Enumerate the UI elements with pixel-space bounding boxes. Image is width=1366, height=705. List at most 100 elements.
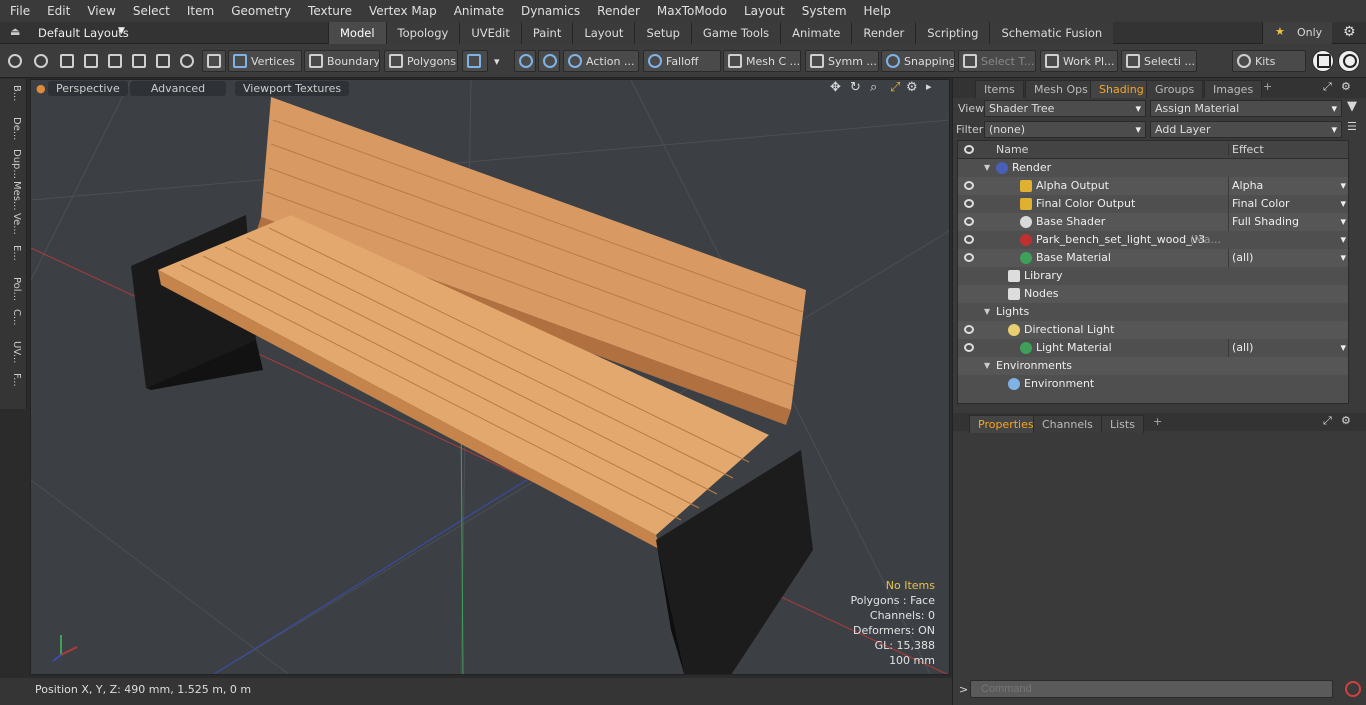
scene-canvas[interactable] [31, 80, 950, 675]
bench-model[interactable] [131, 97, 813, 675]
panel-tab-items[interactable]: Items [975, 80, 1024, 98]
left-tab-8[interactable]: UV... [4, 341, 22, 363]
shader-tree-row[interactable]: Base Material (all) [958, 249, 1348, 267]
left-tab-0[interactable]: B... [4, 85, 22, 101]
props-tab-channels[interactable]: Channels [1033, 415, 1102, 433]
eye-icon[interactable] [964, 325, 974, 334]
layouts-arrow-icon[interactable]: ⏏ [10, 25, 20, 38]
unreal-button[interactable] [1338, 50, 1360, 72]
name-column-header[interactable]: Name [996, 143, 1028, 156]
mesh-constraint-button[interactable]: Mesh C ... [723, 50, 801, 72]
menu-system[interactable]: System [792, 4, 854, 18]
eye-icon[interactable] [964, 217, 974, 226]
panel-tab-images[interactable]: Images [1204, 80, 1263, 98]
menu-help[interactable]: Help [854, 4, 898, 18]
tab-game-tools[interactable]: Game Tools [690, 22, 781, 44]
add-props-tab-icon[interactable]: + [1153, 415, 1162, 428]
shader-tree-row[interactable]: Directional Light [958, 321, 1348, 339]
tab-layout[interactable]: Layout [572, 22, 635, 44]
shader-tree-row[interactable]: Library [958, 267, 1348, 285]
left-tab-1[interactable]: De... [4, 117, 22, 140]
list-options-icon[interactable]: ☰ [1347, 120, 1357, 133]
gear-icon[interactable]: ⚙ [1343, 24, 1356, 40]
reset-button[interactable] [176, 50, 198, 72]
align-button[interactable] [104, 50, 126, 72]
shader-tree-row[interactable]: Light Material (all) [958, 339, 1348, 357]
boundary-button[interactable]: Boundary [304, 50, 380, 72]
menu-edit[interactable]: Edit [37, 4, 77, 18]
shader-tree-row[interactable]: ▼ Environments [958, 357, 1348, 375]
frame-button[interactable] [152, 50, 174, 72]
snapping-button[interactable]: Snapping [881, 50, 955, 72]
tab-paint[interactable]: Paint [520, 22, 573, 44]
tab-uvedit[interactable]: UVEdit [459, 22, 521, 44]
menu-view[interactable]: View [77, 4, 122, 18]
eye-icon[interactable] [964, 253, 974, 262]
3d-viewport[interactable]: No Items Polygons : Face Channels: 0 Def… [30, 79, 950, 675]
row-effect[interactable]: Final Color [1228, 195, 1348, 213]
assign-material-dropdown[interactable]: Assign Material [1150, 100, 1342, 117]
select-globe-button[interactable] [30, 50, 52, 72]
zoom-icon[interactable]: ⌕ [870, 80, 877, 95]
action-center-button[interactable]: Action ... [563, 50, 639, 72]
filter-funnel-icon[interactable]: ▼ [1347, 99, 1357, 114]
expand-arrow-icon[interactable]: ▼ [984, 303, 990, 321]
center-button[interactable] [128, 50, 150, 72]
tab-render[interactable]: Render [851, 22, 916, 44]
viewport-more-icon[interactable]: ▸ [926, 80, 932, 93]
panel-gear-icon[interactable]: ⚙ [1341, 80, 1351, 93]
left-tab-3[interactable]: Mes... [4, 181, 22, 211]
selection-sets-button[interactable]: Selecti ... [1121, 50, 1197, 72]
menu-layout[interactable]: Layout [734, 4, 792, 18]
vertices-button[interactable]: Vertices [228, 50, 302, 72]
snap-toggle-2[interactable] [538, 50, 560, 72]
rotate-icon[interactable]: ↻ [850, 80, 861, 95]
select-through-button[interactable]: Select T... [958, 50, 1036, 72]
view-dropdown[interactable]: Shader Tree [984, 100, 1146, 117]
add-layer-dropdown[interactable]: Add Layer [1150, 121, 1342, 138]
kits-button[interactable]: Kits [1232, 50, 1306, 72]
work-plane-button[interactable]: Work Pl... [1040, 50, 1118, 72]
left-tab-5[interactable]: E... [4, 245, 22, 261]
left-tab-7[interactable]: C... [4, 309, 22, 326]
effect-column-header[interactable]: Effect [1228, 143, 1348, 156]
shader-tree-row[interactable]: ▼ Lights [958, 303, 1348, 321]
menu-render[interactable]: Render [587, 4, 647, 18]
eye-icon[interactable] [964, 343, 974, 352]
select-circle-button[interactable] [4, 50, 26, 72]
shader-tree[interactable]: Name Effect ▼RenderAlpha OutputAlphaFina… [957, 140, 1349, 404]
left-tab-6[interactable]: Pol... [4, 277, 22, 301]
props-expand-icon[interactable]: ⤢ [1323, 414, 1332, 428]
left-tab-2[interactable]: Dup... [4, 149, 22, 179]
viewport-gear-icon[interactable]: ⚙ [906, 80, 918, 95]
mode-dropdown-button[interactable]: ▾ [490, 50, 510, 72]
menu-item[interactable]: Item [177, 4, 221, 18]
tab-animate[interactable]: Animate [780, 22, 852, 44]
menu-select[interactable]: Select [123, 4, 177, 18]
command-record-icon[interactable] [1345, 681, 1361, 697]
props-tab-properties[interactable]: Properties [969, 415, 1043, 433]
expand-arrow-icon[interactable]: ▼ [984, 357, 990, 375]
eye-icon[interactable] [964, 235, 974, 244]
maximize-icon[interactable]: ⤢ [890, 80, 900, 95]
tab-topology[interactable]: Topology [385, 22, 460, 44]
menu-texture[interactable]: Texture [298, 4, 359, 18]
left-tab-9[interactable]: F... [4, 373, 22, 387]
props-gear-icon[interactable]: ⚙ [1341, 414, 1351, 427]
panel-tab-shading[interactable]: Shading [1090, 80, 1153, 98]
eye-icon[interactable] [964, 181, 974, 190]
perspective-dropdown[interactable]: Perspective [48, 81, 128, 96]
menu-vertex-map[interactable]: Vertex Map [359, 4, 444, 18]
advanced-dropdown[interactable]: Advanced [130, 81, 226, 96]
panel-expand-icon[interactable]: ⤢ [1323, 80, 1332, 94]
select-lasso-button[interactable] [56, 50, 78, 72]
menu-file[interactable]: File [0, 4, 37, 18]
polygons-button[interactable]: Polygons [384, 50, 458, 72]
filter-dropdown[interactable]: (none) [984, 121, 1146, 138]
default-layouts-dropdown[interactable]: Default Layouts [38, 26, 129, 40]
row-effect[interactable]: (all) [1228, 339, 1348, 357]
select-paint-button[interactable] [80, 50, 102, 72]
viewport-menu-dot[interactable]: ● [36, 82, 46, 95]
eye-icon[interactable] [964, 199, 974, 208]
shader-tree-row[interactable]: Environment [958, 375, 1348, 393]
